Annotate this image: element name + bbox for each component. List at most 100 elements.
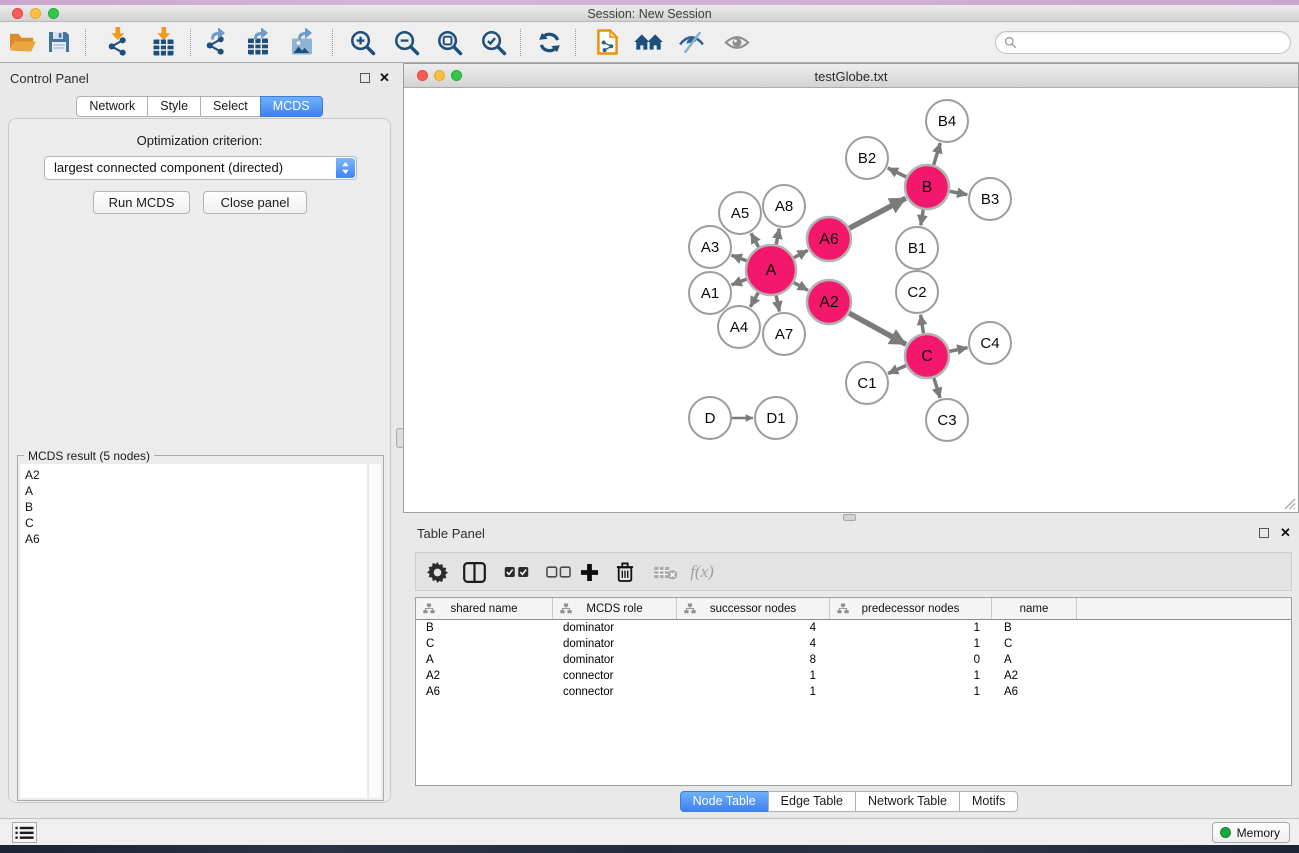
cell[interactable]: connector xyxy=(553,668,677,684)
task-history-button[interactable] xyxy=(12,822,37,843)
result-item[interactable]: A xyxy=(25,483,367,499)
cell[interactable]: B xyxy=(992,620,1077,636)
close-table-panel-icon[interactable]: ✕ xyxy=(1280,528,1291,538)
deselect-all-checkboxes-icon[interactable] xyxy=(542,555,574,589)
memory-button[interactable]: Memory xyxy=(1212,822,1290,843)
cell[interactable]: 1 xyxy=(830,620,992,636)
cell[interactable]: connector xyxy=(553,684,677,700)
function-builder-icon: f(x) xyxy=(686,555,718,589)
zoom-out-icon[interactable] xyxy=(387,25,425,59)
resize-grip-icon[interactable] xyxy=(1282,496,1296,510)
mcds-result-list[interactable]: A2ABCA6 xyxy=(20,464,367,798)
search-input[interactable] xyxy=(1017,34,1290,52)
tab-style[interactable]: Style xyxy=(147,96,201,117)
column-label: MCDS role xyxy=(586,603,642,615)
import-network-icon[interactable] xyxy=(99,25,137,59)
cell[interactable]: A2 xyxy=(416,668,553,684)
table-row[interactable]: Cdominator41C xyxy=(416,636,1291,652)
cell[interactable]: A xyxy=(416,652,553,668)
column-header-predecessor-nodes[interactable]: predecessor nodes xyxy=(830,598,992,619)
control-panel-title: Control Panel xyxy=(10,71,89,86)
control-panel: Control Panel ✕ NetworkStyleSelectMCDS O… xyxy=(0,63,399,818)
export-table-icon[interactable] xyxy=(242,25,280,59)
cell[interactable]: dominator xyxy=(553,652,677,668)
float-table-panel-icon[interactable] xyxy=(1259,528,1269,538)
table-tab-node-table[interactable]: Node Table xyxy=(680,791,769,812)
cell[interactable]: C xyxy=(416,636,553,652)
tab-mcds[interactable]: MCDS xyxy=(260,96,323,117)
float-panel-icon[interactable] xyxy=(360,73,370,83)
select-all-checkboxes-icon[interactable] xyxy=(500,555,532,589)
close-panel-icon[interactable]: ✕ xyxy=(379,73,390,83)
cell[interactable]: 4 xyxy=(677,620,830,636)
main-toolbar xyxy=(0,22,1299,63)
close-panel-button[interactable]: Close panel xyxy=(203,191,307,214)
zoom-fit-icon[interactable] xyxy=(430,25,468,59)
cell[interactable]: A6 xyxy=(992,684,1077,700)
column-header-name[interactable]: name xyxy=(992,598,1077,619)
cell[interactable]: A6 xyxy=(416,684,553,700)
table-row[interactable]: A2connector11A2 xyxy=(416,668,1291,684)
hide-panels-icon[interactable] xyxy=(672,25,710,59)
table-panel-title: Table Panel xyxy=(417,526,485,541)
open-session-file-icon[interactable] xyxy=(588,25,626,59)
show-panels-icon[interactable] xyxy=(718,25,756,59)
cell[interactable]: 0 xyxy=(830,652,992,668)
show-columns-icon[interactable] xyxy=(458,555,490,589)
table-row[interactable]: A6connector11A6 xyxy=(416,684,1291,700)
settings-gear-icon[interactable] xyxy=(421,555,453,589)
add-column-icon[interactable] xyxy=(573,555,605,589)
result-item[interactable]: A6 xyxy=(25,531,367,547)
window-titlebar: Session: New Session xyxy=(0,5,1299,22)
tab-select[interactable]: Select xyxy=(200,96,261,117)
window-title: Session: New Session xyxy=(0,7,1299,21)
cell[interactable]: 4 xyxy=(677,636,830,652)
network-canvas[interactable]: B4B2BB3A8A5A6A3B1AA1C2A2A4A7C4CC1C3DD1 xyxy=(404,88,1298,512)
cell[interactable]: A2 xyxy=(992,668,1077,684)
zoom-selected-icon[interactable] xyxy=(474,25,512,59)
network-graph: B4B2BB3A8A5A6A3B1AA1C2A2A4A7C4CC1C3DD1 xyxy=(404,88,1298,512)
result-item[interactable]: C xyxy=(25,515,367,531)
cell[interactable]: 1 xyxy=(677,668,830,684)
table-tab-edge-table[interactable]: Edge Table xyxy=(768,791,856,812)
table-row[interactable]: Bdominator41B xyxy=(416,620,1291,636)
table-tab-network-table[interactable]: Network Table xyxy=(855,791,960,812)
cell[interactable]: B xyxy=(416,620,553,636)
toolbar-separator xyxy=(85,29,86,56)
cell[interactable]: C xyxy=(992,636,1077,652)
cell[interactable]: dominator xyxy=(553,620,677,636)
divider-handle[interactable] xyxy=(843,514,856,521)
open-session-icon[interactable] xyxy=(3,25,41,59)
column-header-successor-nodes[interactable]: successor nodes xyxy=(677,598,830,619)
home-icon[interactable] xyxy=(629,25,667,59)
export-image-icon[interactable] xyxy=(286,25,324,59)
vertical-scrollbar-thumb[interactable] xyxy=(396,428,404,448)
table-tab-motifs[interactable]: Motifs xyxy=(959,791,1018,812)
table-row[interactable]: Adominator80A xyxy=(416,652,1291,668)
export-network-icon[interactable] xyxy=(199,25,237,59)
column-header-MCDS-role[interactable]: MCDS role xyxy=(553,598,677,619)
result-item[interactable]: A2 xyxy=(25,467,367,483)
cell[interactable]: dominator xyxy=(553,636,677,652)
save-session-icon[interactable] xyxy=(40,25,78,59)
tab-network[interactable]: Network xyxy=(76,96,148,117)
desktop-background-bottom xyxy=(0,845,1299,853)
cell[interactable]: 1 xyxy=(677,684,830,700)
delete-column-icon[interactable] xyxy=(609,555,641,589)
zoom-in-icon[interactable] xyxy=(343,25,381,59)
refresh-view-icon[interactable] xyxy=(530,25,568,59)
result-item[interactable]: B xyxy=(25,499,367,515)
memory-label: Memory xyxy=(1237,826,1280,840)
cell[interactable]: 1 xyxy=(830,668,992,684)
node-label-A1: A1 xyxy=(701,285,719,302)
cell[interactable]: 8 xyxy=(677,652,830,668)
criterion-dropdown[interactable]: largest connected component (directed) xyxy=(44,156,357,180)
run-mcds-button[interactable]: Run MCDS xyxy=(93,191,190,214)
result-scrollbar[interactable] xyxy=(368,464,381,798)
column-header-shared-name[interactable]: shared name xyxy=(416,598,553,619)
cell[interactable]: 1 xyxy=(830,684,992,700)
cell[interactable]: 1 xyxy=(830,636,992,652)
import-table-icon[interactable] xyxy=(145,25,183,59)
cell[interactable]: A xyxy=(992,652,1077,668)
desktop-background-top xyxy=(0,0,1299,5)
